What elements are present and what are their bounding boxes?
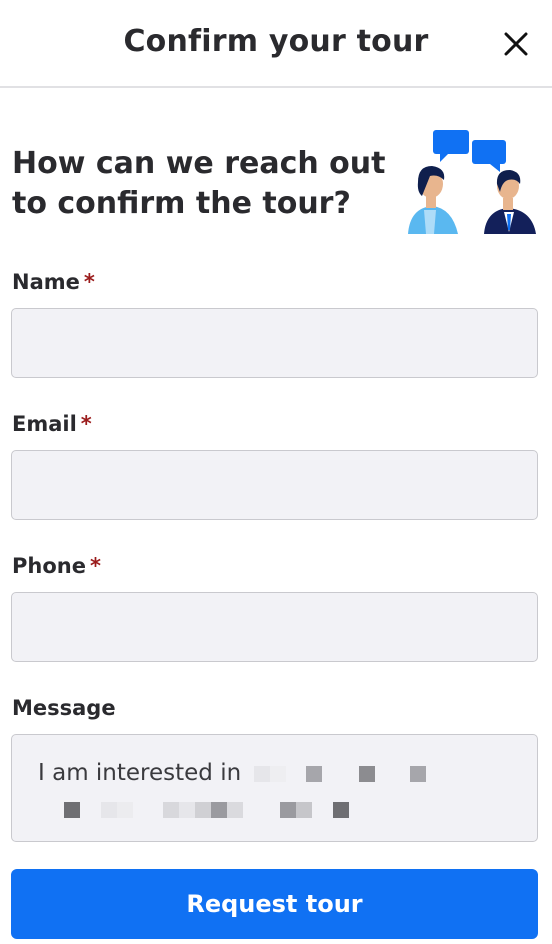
two-people-chat-illustration bbox=[400, 126, 542, 238]
name-label: Name * bbox=[12, 270, 95, 294]
message-textarea[interactable]: I am interested in bbox=[11, 734, 538, 842]
email-label: Email * bbox=[12, 412, 92, 436]
email-input[interactable] bbox=[11, 450, 538, 520]
message-text: I am interested in bbox=[38, 760, 242, 786]
required-mark: * bbox=[89, 554, 101, 578]
name-label-text: Name bbox=[12, 270, 80, 294]
message-label: Message bbox=[12, 696, 116, 720]
modal-title: Confirm your tour bbox=[123, 24, 429, 59]
form-headline: How can we reach out to confirm the tour… bbox=[12, 146, 386, 221]
required-mark: * bbox=[83, 270, 95, 294]
email-label-text: Email bbox=[12, 412, 77, 436]
phone-label-text: Phone bbox=[12, 554, 86, 578]
phone-label: Phone * bbox=[12, 554, 101, 578]
name-input[interactable] bbox=[11, 308, 538, 378]
required-mark: * bbox=[80, 412, 92, 436]
modal-header: Confirm your tour bbox=[0, 0, 552, 88]
phone-input[interactable] bbox=[11, 592, 538, 662]
request-tour-button[interactable]: Request tour bbox=[11, 869, 538, 939]
close-icon[interactable] bbox=[498, 26, 534, 62]
